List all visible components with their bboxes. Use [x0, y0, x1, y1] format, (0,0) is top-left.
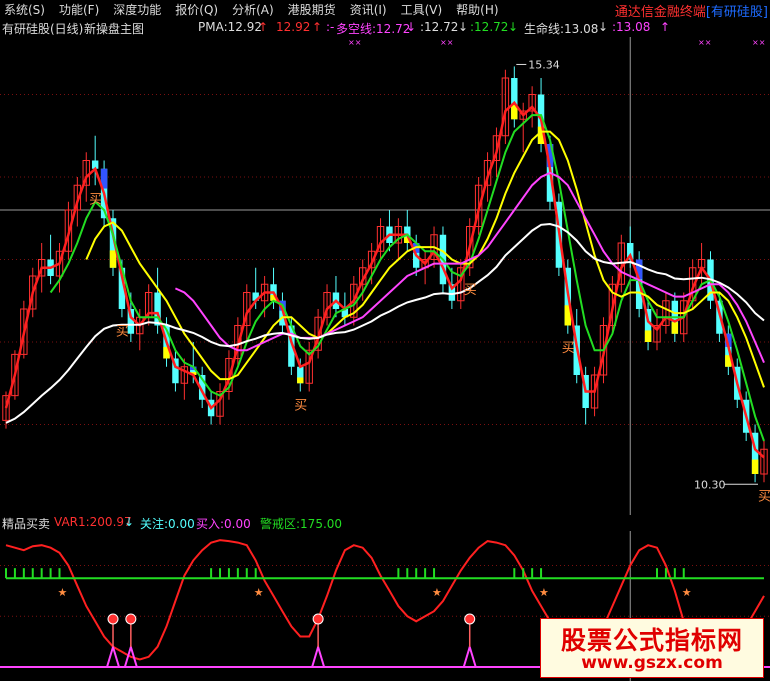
lifeline-arrow: ↓: [598, 20, 609, 34]
menu-bar: 系统(S) 功能(F) 深度功能 报价(Q) 分析(A) 港股期货 资讯(I) …: [0, 0, 770, 20]
xx-marker: ××: [440, 38, 453, 47]
warn-value: 警戒区:175.00: [260, 517, 343, 531]
stock-title: 有研硅股(日线): [2, 22, 84, 36]
pma-arrow: ↑: [258, 20, 269, 34]
xx-marker: ××: [752, 38, 765, 47]
app-brand: 通达信金融终端[有研硅股]: [615, 1, 768, 20]
indicator-title-bar: 精品买卖 VAR1:200.97 ↓ 关注:0.00 买入:0.00 警戒区:1…: [0, 515, 770, 531]
candle-body-highlight: [644, 330, 652, 342]
value-5-arrow: ↓: [508, 20, 519, 34]
buy-signal-label: 买: [464, 283, 477, 298]
menu-deep-function[interactable]: 深度功能: [113, 1, 161, 18]
chart-title-bar: 有研硅股(日线) 新操盘主图 PMA:12.92 ↑ 12.92 ↑ :- 多空…: [0, 20, 770, 36]
buy-signal-label: 买: [89, 192, 102, 207]
var1-arrow: ↓: [124, 515, 135, 529]
longshort-value: 多空线:12.72: [336, 22, 411, 36]
signal-figure: ★: [539, 586, 549, 599]
menu-tools[interactable]: 工具(V): [401, 1, 443, 18]
focus-value: 关注:0.00: [140, 517, 195, 531]
candle-body-highlight: [109, 250, 117, 268]
value-2-arrow: ↑: [312, 20, 323, 34]
candle-body-highlight: [751, 459, 759, 474]
candlestick-chart[interactable]: 买买买买买买15.3410.30×× ×× ×× ××: [0, 37, 770, 515]
value-4: :12.72: [420, 20, 459, 34]
value-5: :12.72: [470, 20, 509, 34]
buyin-value: 买入:0.00: [196, 517, 251, 531]
value-7: :13.08: [612, 20, 651, 34]
watermark-logo: 股票公式指标网 www.gszx.com: [540, 618, 764, 678]
high-price-label: 15.34: [528, 58, 560, 71]
brand-stock: [有研硅股]: [705, 5, 768, 20]
candle-body-highlight: [671, 322, 679, 334]
longshort-label: :-: [326, 20, 335, 34]
lifeline-value: 生命线:13.08: [524, 22, 599, 36]
var1-value: VAR1:200.97: [54, 515, 132, 529]
menu-system[interactable]: 系统(S): [4, 1, 45, 18]
xx-marker: ××: [698, 38, 711, 47]
menu-analysis[interactable]: 分析(A): [232, 1, 274, 18]
menu-function[interactable]: 功能(F): [59, 1, 99, 18]
buy-ball: [312, 613, 324, 625]
menu-quote[interactable]: 报价(Q): [175, 1, 218, 18]
signal-figure: ★: [58, 586, 68, 599]
pma-value: PMA:12.92: [198, 20, 262, 34]
buy-ball: [107, 613, 119, 625]
candle-body-highlight: [297, 377, 304, 384]
buy-signal-label: 买: [294, 399, 307, 414]
watermark-title: 股票公式指标网: [560, 626, 743, 655]
watermark-url: www.gszx.com: [581, 653, 723, 673]
buy-signal-label: 买: [758, 489, 770, 504]
xx-marker: ××: [348, 38, 361, 47]
value-4-arrow: ↓: [458, 20, 469, 34]
buy-triangle: [462, 643, 478, 668]
buy-ball: [464, 613, 476, 625]
chart-name: 新操盘主图: [84, 22, 145, 36]
buy-signal-label: 买: [562, 341, 575, 356]
buy-triangle: [310, 643, 326, 668]
brand-name: 通达信金融终端: [614, 5, 706, 20]
menu-help[interactable]: 帮助(H): [456, 1, 498, 18]
signal-figure: ★: [432, 586, 442, 599]
menu-hk-futures[interactable]: 港股期货: [288, 1, 336, 18]
menu-info[interactable]: 资讯(I): [350, 1, 387, 18]
value-2: 12.92: [276, 20, 311, 34]
value-7-arrow: ↑: [660, 20, 671, 34]
buy-ball: [125, 613, 137, 625]
longshort-arrow: ↓: [406, 20, 417, 34]
low-price-label: 10.30: [694, 478, 726, 491]
signal-figure: ★: [254, 586, 264, 599]
indicator-name: 精品买卖: [2, 517, 51, 531]
buy-signal-label: 买: [116, 324, 129, 339]
signal-figure: ★: [682, 586, 692, 599]
